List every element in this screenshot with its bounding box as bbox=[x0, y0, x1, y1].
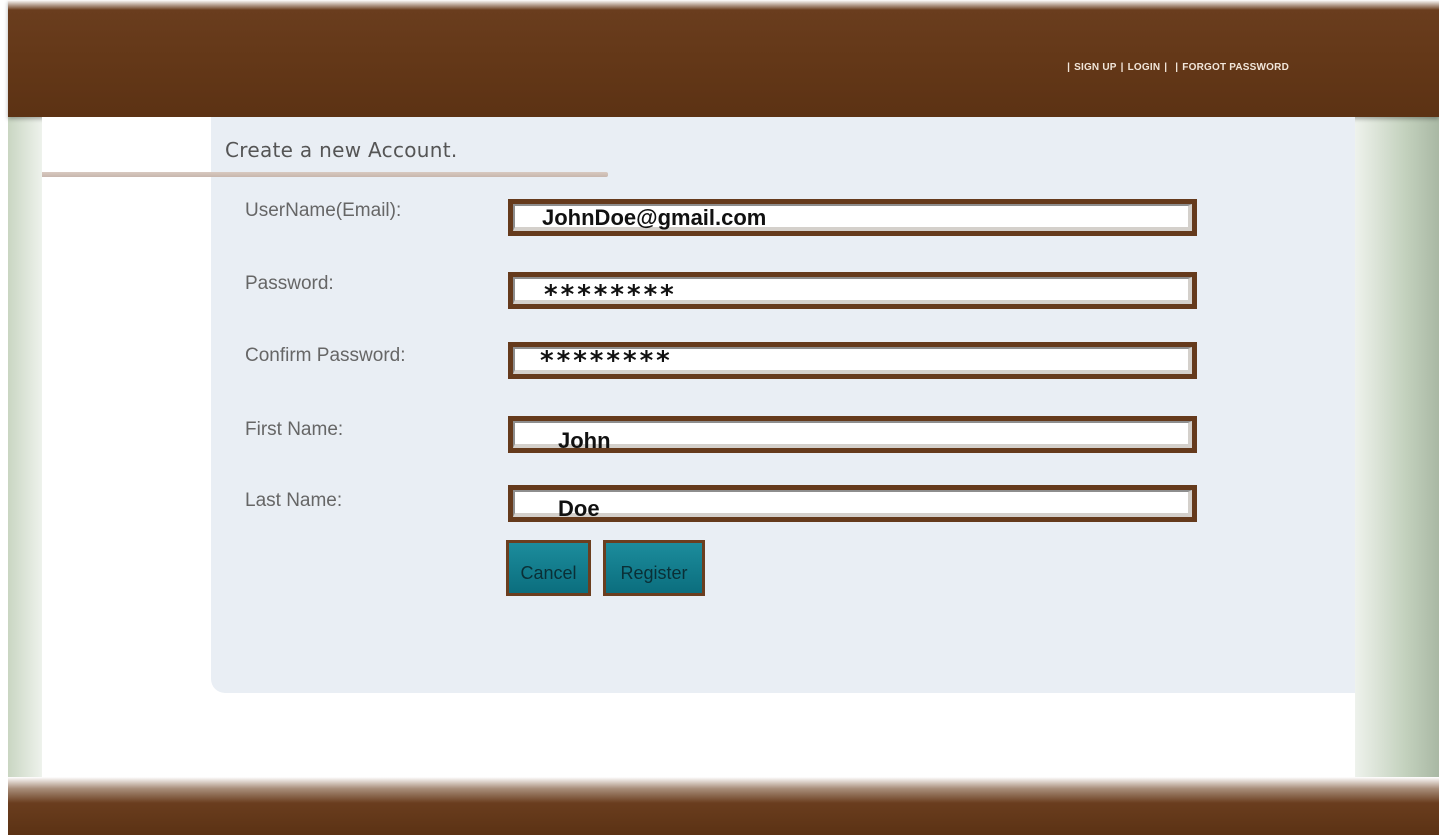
frame-left-shade bbox=[8, 117, 42, 777]
confirm-password-value: ******** bbox=[540, 346, 673, 376]
header-highlight bbox=[8, 0, 1439, 10]
first-name-value: John bbox=[558, 428, 611, 453]
password-value: ******** bbox=[544, 280, 677, 310]
title-underline bbox=[42, 172, 608, 177]
last-name-label: Last Name: bbox=[245, 490, 343, 511]
first-name-field[interactable]: John bbox=[508, 416, 1197, 453]
password-field[interactable]: ******** bbox=[508, 272, 1197, 310]
username-field[interactable]: JohnDoe@gmail.com bbox=[508, 199, 1197, 236]
last-name-field[interactable]: Doe bbox=[508, 485, 1197, 522]
nav-separator: | bbox=[1164, 62, 1168, 73]
confirm-password-field[interactable]: ******** bbox=[508, 342, 1197, 379]
cancel-button[interactable]: Cancel bbox=[506, 540, 591, 596]
field-bevel bbox=[513, 421, 1192, 448]
field-bevel bbox=[513, 490, 1192, 517]
username-value: JohnDoe@gmail.com bbox=[542, 205, 767, 230]
signup-page: | SIGN UP | LOGIN | | FORGOT PASSWORD Create a… bbox=[0, 0, 1439, 835]
confirm-password-label: Confirm Password: bbox=[245, 345, 406, 366]
nav-separator: | bbox=[1067, 62, 1071, 73]
header-bar bbox=[8, 0, 1439, 117]
footer-bar bbox=[8, 777, 1439, 835]
nav-separator: | bbox=[1120, 62, 1124, 73]
username-label: UserName(Email): bbox=[245, 200, 402, 221]
top-nav: | SIGN UP | LOGIN | | FORGOT PASSWORD bbox=[1063, 62, 1289, 73]
frame-right-shade bbox=[1355, 117, 1439, 777]
password-label: Password: bbox=[245, 273, 334, 294]
signup-link[interactable]: SIGN UP bbox=[1074, 62, 1117, 73]
first-name-label: First Name: bbox=[245, 419, 344, 440]
nav-separator: | bbox=[1175, 62, 1179, 73]
forgot-password-link[interactable]: FORGOT PASSWORD bbox=[1182, 62, 1289, 73]
page-title: Create a new Account. bbox=[225, 138, 458, 162]
register-button[interactable]: Register bbox=[603, 540, 705, 596]
login-link[interactable]: LOGIN bbox=[1128, 62, 1161, 73]
last-name-value: Doe bbox=[558, 496, 600, 521]
